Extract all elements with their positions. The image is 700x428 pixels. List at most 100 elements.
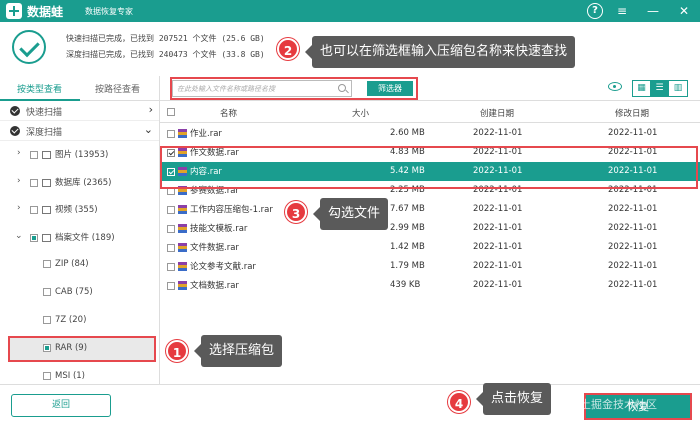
tree-item-video[interactable]: 视频 (355): [30, 203, 98, 215]
row-checkbox-cell[interactable]: 文档数据.rar: [167, 279, 239, 291]
search-highlight-box: [170, 77, 418, 100]
row-checkbox[interactable]: [167, 224, 175, 233]
table-row[interactable]: 文档数据.rar 439 KB 2022-11-01 2022-11-01: [160, 276, 700, 295]
app-logo-icon: [6, 3, 22, 19]
tab-by-path[interactable]: 按路径查看: [95, 82, 140, 95]
chevron-right-icon[interactable]: ›: [149, 103, 153, 116]
list-view-icon[interactable]: ☰: [651, 81, 669, 96]
back-button[interactable]: 返回: [11, 394, 111, 417]
scan-mode-label: 快速扫描: [26, 108, 63, 118]
database-icon: [42, 178, 51, 187]
header-created[interactable]: 创建日期: [480, 107, 514, 119]
header-name[interactable]: 名称: [220, 107, 237, 119]
file-modified: 2022-11-01: [608, 261, 658, 271]
tree-item-images[interactable]: 图片 (13953): [30, 148, 108, 160]
checkbox-partial[interactable]: [43, 343, 51, 352]
tree-item-msi[interactable]: MSI (1): [43, 371, 85, 381]
app-subtitle: 数据恢复专家: [85, 7, 133, 16]
tree-item-archives[interactable]: 档案文件 (189): [30, 231, 115, 243]
tree-item-7z[interactable]: 7Z (20): [43, 315, 86, 325]
scan-mode-deep[interactable]: 深度扫描 ⌄: [0, 121, 159, 141]
close-button[interactable]: ✕: [676, 3, 692, 19]
expand-arrow-icon[interactable]: ›: [17, 203, 21, 213]
row-checkbox-cell[interactable]: 文件数据.rar: [167, 241, 239, 253]
annotation-badge-3: 3: [285, 201, 307, 223]
file-size: 2.60 MB: [390, 128, 425, 138]
checkbox[interactable]: [43, 371, 51, 380]
tree-label: 档案文件 (189): [55, 233, 115, 243]
tree-label: 数据库 (2365): [55, 178, 112, 188]
tree-item-zip[interactable]: ZIP (84): [43, 259, 89, 269]
row-checkbox[interactable]: [167, 205, 175, 214]
header-size[interactable]: 大小: [352, 107, 369, 119]
tree-item-rar[interactable]: RAR (9): [43, 343, 87, 353]
rar-file-icon: [178, 129, 187, 138]
detail-view-icon[interactable]: ▥: [669, 81, 687, 96]
table-row[interactable]: 技能文模板.rar 2.99 MB 2022-11-01 2022-11-01: [160, 219, 700, 238]
checkbox[interactable]: [30, 178, 38, 187]
expand-arrow-icon[interactable]: ›: [17, 176, 21, 186]
table-row[interactable]: 工作内容压缩包-1.rar 7.67 MB 2022-11-01 2022-11-01: [160, 200, 700, 219]
annotation-badge-4: 4: [448, 391, 470, 413]
tree-label: ZIP (84): [55, 259, 89, 269]
row-checkbox-cell[interactable]: 工作内容压缩包-1.rar: [167, 203, 273, 215]
checkbox-partial[interactable]: [30, 233, 38, 242]
expand-arrow-icon[interactable]: ›: [17, 148, 21, 158]
scan-mode-label: 深度扫描: [26, 128, 63, 138]
table-row[interactable]: 论文参考文献.rar 1.79 MB 2022-11-01 2022-11-01: [160, 257, 700, 276]
checkbox[interactable]: [43, 259, 51, 268]
tree-label: MSI (1): [55, 371, 85, 381]
file-size: 2.99 MB: [390, 223, 425, 233]
checkbox[interactable]: [30, 150, 38, 159]
file-modified: 2022-11-01: [608, 204, 658, 214]
file-created: 2022-11-01: [473, 128, 523, 138]
scan-mode-quick[interactable]: 快速扫描 ›: [0, 101, 159, 121]
tab-by-type[interactable]: 按类型查看: [17, 82, 62, 95]
file-created: 2022-11-01: [473, 261, 523, 271]
tree-label: 视频 (355): [55, 205, 98, 215]
video-icon: [42, 205, 51, 214]
grid-view-icon[interactable]: ▦: [633, 81, 651, 96]
file-modified: 2022-11-01: [608, 128, 658, 138]
file-created: 2022-11-01: [473, 204, 523, 214]
annotation-badge-2: 2: [277, 38, 299, 60]
tree-item-database[interactable]: 数据库 (2365): [30, 176, 111, 188]
check-circle-icon: [12, 30, 46, 64]
row-checkbox[interactable]: [167, 243, 175, 252]
annotation-callout-3: 勾选文件: [312, 198, 389, 230]
row-checkbox[interactable]: [167, 262, 175, 271]
file-created: 2022-11-01: [473, 242, 523, 252]
tree-item-cab[interactable]: CAB (75): [43, 287, 93, 297]
select-all-checkbox[interactable]: [167, 108, 175, 116]
collapse-arrow-icon[interactable]: ⌄: [15, 231, 23, 241]
checkbox[interactable]: [43, 315, 51, 324]
file-size: 1.42 MB: [390, 242, 425, 252]
row-checkbox[interactable]: [167, 129, 175, 138]
rar-file-icon: [178, 205, 187, 214]
watermark: @稀土掘金技术社区: [558, 398, 657, 411]
file-size: 439 KB: [390, 280, 421, 290]
minimize-button[interactable]: —: [645, 3, 661, 19]
table-row[interactable]: 作业.rar 2.60 MB 2022-11-01 2022-11-01: [160, 124, 700, 143]
row-checkbox-cell[interactable]: 作业.rar: [167, 127, 222, 139]
checkbox[interactable]: [43, 287, 51, 296]
row-checkbox[interactable]: [167, 281, 175, 290]
tree-label: 图片 (13953): [55, 150, 109, 160]
file-modified: 2022-11-01: [608, 223, 658, 233]
row-checkbox-cell[interactable]: 论文参考文献.rar: [167, 260, 256, 272]
table-row[interactable]: 文件数据.rar 1.42 MB 2022-11-01 2022-11-01: [160, 238, 700, 257]
chevron-down-icon[interactable]: ⌄: [144, 123, 153, 136]
eye-icon[interactable]: [608, 82, 622, 91]
image-icon: [42, 150, 51, 159]
rar-file-icon: [178, 224, 187, 233]
header-modified[interactable]: 修改日期: [615, 107, 649, 119]
row-checkbox-cell[interactable]: 技能文模板.rar: [167, 222, 247, 234]
annotation-callout-1: 选择压缩包: [193, 335, 283, 367]
file-name: 工作内容压缩包-1.rar: [190, 205, 273, 215]
menu-button[interactable]: ≡: [614, 3, 630, 19]
table-header: 名称 大小 创建日期 修改日期: [160, 101, 700, 123]
help-button[interactable]: ?: [587, 3, 603, 19]
checkbox[interactable]: [30, 205, 38, 214]
quick-scan-status: 快速扫描已完成，已找到 207521 个文件 (25.6 GB): [66, 34, 265, 43]
bottom-bar: 返回 恢复 @稀土掘金技术社区: [0, 384, 700, 428]
